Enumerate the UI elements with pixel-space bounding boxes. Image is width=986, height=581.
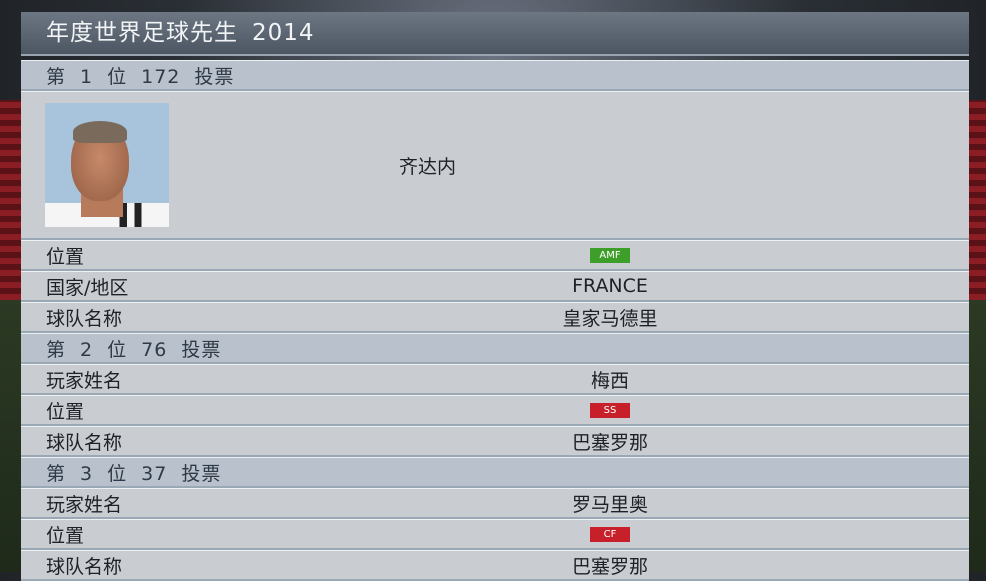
position-badge: SS (590, 403, 630, 418)
award-year: 2014 (252, 20, 315, 46)
field-row-position: 位置 SS (21, 395, 969, 426)
field-value: FRANCE (572, 275, 648, 297)
field-value: 皇家马德里 (562, 307, 658, 330)
field-row-position: 位置 AMF (21, 240, 969, 271)
award-panel: 年度世界足球先生 2014 第 1 位 172 投票 齐达内 位置 AMF 国家/地区 F… (21, 12, 969, 581)
field-value: 巴塞罗那 (571, 555, 648, 578)
rank-word: 第 (46, 65, 67, 88)
field-row-team: 球队名称 巴塞罗那 (21, 550, 969, 581)
vote-word: 投票 (181, 462, 222, 485)
field-label: 位置 (46, 524, 85, 547)
field-label: 玩家姓名 (46, 493, 123, 516)
position-badge: CF (590, 527, 630, 542)
rank-number: 3 (80, 462, 94, 485)
player-name: 齐达内 (399, 155, 457, 178)
vote-word: 投票 (181, 338, 222, 361)
player-profile-1[interactable]: 齐达内 (21, 91, 969, 240)
vote-word: 投票 (194, 65, 235, 88)
field-row-position: 位置 CF (21, 519, 969, 550)
field-label: 位置 (46, 245, 85, 268)
vote-count: 76 (141, 338, 168, 361)
field-label: 球队名称 (46, 431, 123, 454)
field-value: 巴塞罗那 (571, 431, 648, 454)
vote-count: 37 (141, 462, 168, 485)
field-row-player-name: 玩家姓名 罗马里奥 (21, 488, 969, 519)
rank-header-1[interactable]: 第 1 位 172 投票 (21, 60, 969, 91)
player-portrait (45, 103, 169, 227)
field-value: 罗马里奥 (571, 493, 648, 516)
stadium-stand-left (0, 100, 22, 300)
field-row-nationality: 国家/地区 FRANCE (21, 271, 969, 302)
rank-header-2[interactable]: 第 2 位 76 投票 (21, 333, 969, 364)
rank-unit: 位 (107, 65, 128, 88)
rank-number: 2 (80, 338, 94, 361)
ranking-list: 第 1 位 172 投票 齐达内 位置 AMF 国家/地区 FRANCE 球队名称 皇家… (21, 60, 969, 581)
rank-header-3[interactable]: 第 3 位 37 投票 (21, 457, 969, 488)
position-badge: AMF (590, 248, 630, 263)
page-title: 年度世界足球先生 2014 (21, 12, 969, 56)
vote-count: 172 (141, 65, 181, 88)
rank-number: 1 (80, 65, 94, 88)
field-value: 梅西 (590, 369, 629, 392)
field-row-player-name: 玩家姓名 梅西 (21, 364, 969, 395)
field-label: 国家/地区 (46, 276, 129, 299)
rank-word: 第 (46, 462, 67, 485)
field-label: 球队名称 (46, 307, 123, 330)
field-label: 球队名称 (46, 555, 123, 578)
field-row-team: 球队名称 皇家马德里 (21, 302, 969, 333)
rank-unit: 位 (107, 338, 128, 361)
rank-unit: 位 (107, 462, 128, 485)
award-title: 年度世界足球先生 (46, 20, 238, 46)
field-row-team: 球队名称 巴塞罗那 (21, 426, 969, 457)
field-label: 位置 (46, 400, 85, 423)
stadium-stand-right (968, 100, 986, 300)
rank-word: 第 (46, 338, 67, 361)
field-label: 玩家姓名 (46, 369, 123, 392)
